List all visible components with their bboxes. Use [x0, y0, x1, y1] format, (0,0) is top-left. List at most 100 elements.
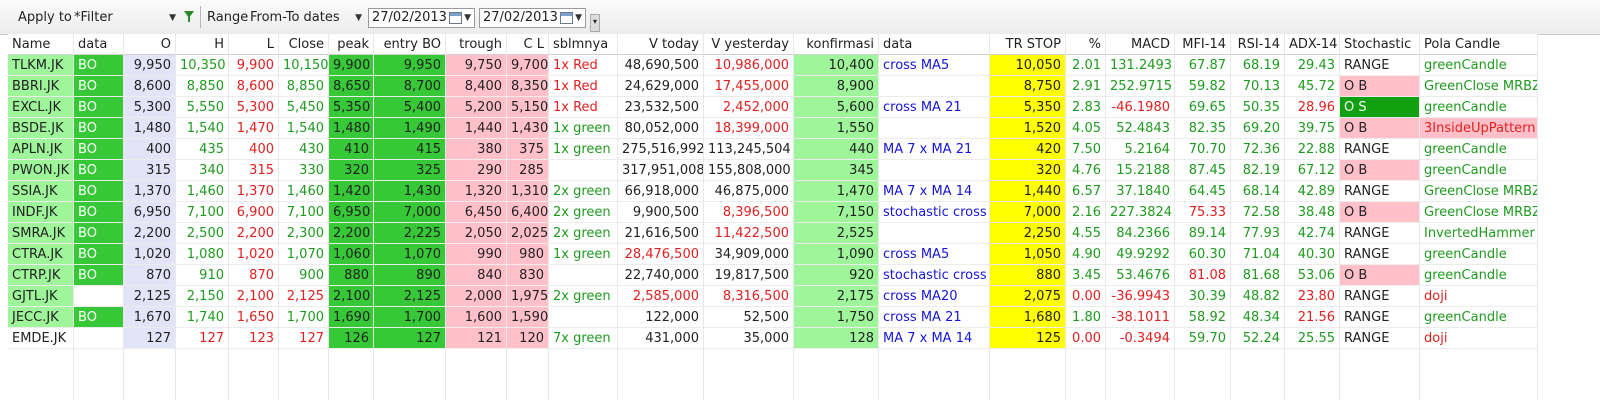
cell-name[interactable]: BBRI.JK — [8, 76, 74, 97]
cell-h[interactable]: 2,500 — [176, 223, 229, 244]
cell-adx[interactable]: 67.12 — [1285, 160, 1340, 181]
cell-h[interactable]: 435 — [176, 139, 229, 160]
cell-trough[interactable]: 6,450 — [446, 202, 507, 223]
cell-trstop[interactable]: 8,750 — [990, 76, 1066, 97]
cell-stoch[interactable]: RANGE — [1340, 55, 1420, 76]
calendar-icon[interactable] — [449, 12, 462, 24]
cell-mfi[interactable]: 59.70 — [1175, 328, 1231, 349]
column-header-close[interactable]: Close — [279, 34, 329, 55]
cell-pola[interactable]: greenCandle — [1420, 265, 1538, 286]
cell-macd[interactable]: 37.1840 — [1106, 181, 1175, 202]
cell-data[interactable]: BO — [74, 139, 124, 160]
cell-stoch[interactable]: O S — [1340, 97, 1420, 118]
cell-vyest[interactable]: 18,399,000 — [704, 118, 794, 139]
column-header-entry[interactable]: entry BO — [374, 34, 446, 55]
cell-adx[interactable]: 45.72 — [1285, 76, 1340, 97]
cell-sblmnya[interactable]: 2x green — [549, 181, 618, 202]
cell-o[interactable]: 5,300 — [124, 97, 176, 118]
cell-trstop[interactable]: 5,350 — [990, 97, 1066, 118]
cell-mfi[interactable]: 70.70 — [1175, 139, 1231, 160]
cell-close[interactable]: 10,150 — [279, 55, 329, 76]
cell-vtoday[interactable]: 66,918,000 — [618, 181, 704, 202]
cell-trstop[interactable]: 7,000 — [990, 202, 1066, 223]
cell-data[interactable]: BO — [74, 265, 124, 286]
cell-macd[interactable]: 131.2493 — [1106, 55, 1175, 76]
cell-name[interactable]: JECC.JK — [8, 307, 74, 328]
date-to-picker[interactable]: 27/02/2013 ▼ — [479, 8, 586, 28]
cell-trstop[interactable]: 1,440 — [990, 181, 1066, 202]
cell-pct[interactable]: 2.01 — [1066, 55, 1106, 76]
cell-h[interactable]: 1,080 — [176, 244, 229, 265]
cell-close[interactable]: 127 — [279, 328, 329, 349]
column-header-sblmnya[interactable]: sblmnya — [549, 34, 618, 55]
cell-data2[interactable]: MA 7 x MA 21 — [879, 139, 990, 160]
cell-macd[interactable]: 52.4843 — [1106, 118, 1175, 139]
cell-pct[interactable]: 0.00 — [1066, 328, 1106, 349]
cell-mfi[interactable]: 89.14 — [1175, 223, 1231, 244]
cell-cl[interactable]: 1,430 — [507, 118, 549, 139]
cell-entry[interactable]: 8,700 — [374, 76, 446, 97]
cell-trough[interactable]: 9,750 — [446, 55, 507, 76]
cell-rsi[interactable]: 72.36 — [1231, 139, 1285, 160]
cell-stoch[interactable]: O B — [1340, 160, 1420, 181]
cell-vyest[interactable]: 113,245,504 — [704, 139, 794, 160]
cell-entry[interactable]: 1,700 — [374, 307, 446, 328]
filter-select[interactable]: *Filter ▼ — [70, 8, 180, 28]
cell-cl[interactable]: 5,150 — [507, 97, 549, 118]
cell-vtoday[interactable]: 9,900,500 — [618, 202, 704, 223]
cell-vyest[interactable]: 8,316,500 — [704, 286, 794, 307]
cell-trough[interactable]: 990 — [446, 244, 507, 265]
cell-entry[interactable]: 5,400 — [374, 97, 446, 118]
cell-l[interactable]: 400 — [229, 139, 279, 160]
cell-pola[interactable]: greenCandle — [1420, 55, 1538, 76]
cell-trough[interactable]: 290 — [446, 160, 507, 181]
cell-rsi[interactable]: 48.34 — [1231, 307, 1285, 328]
cell-mfi[interactable]: 82.35 — [1175, 118, 1231, 139]
cell-konf[interactable]: 8,900 — [794, 76, 879, 97]
cell-o[interactable]: 1,020 — [124, 244, 176, 265]
cell-trough[interactable]: 1,320 — [446, 181, 507, 202]
cell-cl[interactable]: 1,310 — [507, 181, 549, 202]
cell-trough[interactable]: 2,000 — [446, 286, 507, 307]
cell-cl[interactable]: 120 — [507, 328, 549, 349]
cell-stoch[interactable]: RANGE — [1340, 307, 1420, 328]
cell-close[interactable]: 1,460 — [279, 181, 329, 202]
cell-data2[interactable]: stochastic cross — [879, 202, 990, 223]
column-header-peak[interactable]: peak — [329, 34, 374, 55]
cell-data2[interactable] — [879, 118, 990, 139]
cell-o[interactable]: 127 — [124, 328, 176, 349]
cell-close[interactable]: 7,100 — [279, 202, 329, 223]
cell-sblmnya[interactable] — [549, 160, 618, 181]
cell-vtoday[interactable]: 28,476,500 — [618, 244, 704, 265]
cell-trough[interactable]: 121 — [446, 328, 507, 349]
cell-o[interactable]: 2,125 — [124, 286, 176, 307]
cell-sblmnya[interactable]: 1x Red — [549, 76, 618, 97]
cell-peak[interactable]: 1,480 — [329, 118, 374, 139]
cell-adx[interactable]: 39.75 — [1285, 118, 1340, 139]
cell-sblmnya[interactable]: 2x green — [549, 223, 618, 244]
cell-cl[interactable]: 980 — [507, 244, 549, 265]
column-header-trough[interactable]: trough — [446, 34, 507, 55]
column-header-pct[interactable]: % — [1066, 34, 1106, 55]
cell-pola[interactable]: greenCandle — [1420, 97, 1538, 118]
cell-name[interactable]: INDF.JK — [8, 202, 74, 223]
cell-cl[interactable]: 2,025 — [507, 223, 549, 244]
cell-close[interactable]: 2,125 — [279, 286, 329, 307]
cell-o[interactable]: 8,600 — [124, 76, 176, 97]
column-header-konf[interactable]: konfirmasi — [794, 34, 879, 55]
cell-data[interactable]: BO — [74, 97, 124, 118]
cell-mfi[interactable]: 69.65 — [1175, 97, 1231, 118]
cell-adx[interactable]: 22.88 — [1285, 139, 1340, 160]
cell-o[interactable]: 870 — [124, 265, 176, 286]
cell-trough[interactable]: 5,200 — [446, 97, 507, 118]
cell-sblmnya[interactable] — [549, 265, 618, 286]
cell-stoch[interactable]: O B — [1340, 76, 1420, 97]
cell-konf[interactable]: 1,470 — [794, 181, 879, 202]
cell-pct[interactable]: 7.50 — [1066, 139, 1106, 160]
cell-pola[interactable]: GreenClose MRBZ — [1420, 181, 1538, 202]
cell-cl[interactable]: 375 — [507, 139, 549, 160]
cell-name[interactable]: EXCL.JK — [8, 97, 74, 118]
cell-data2[interactable]: cross MA20 — [879, 286, 990, 307]
cell-rsi[interactable]: 68.19 — [1231, 55, 1285, 76]
cell-stoch[interactable]: O B — [1340, 118, 1420, 139]
